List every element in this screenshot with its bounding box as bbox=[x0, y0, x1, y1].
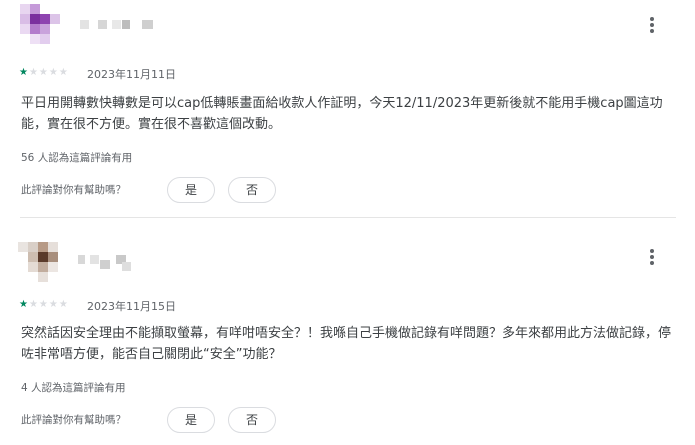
avatar bbox=[14, 228, 62, 282]
star-filled-icon: ★ bbox=[19, 67, 29, 78]
helpful-no-button[interactable]: 否 bbox=[228, 177, 276, 203]
reviewer-name-blurred bbox=[78, 252, 168, 271]
reviewer-name-blurred bbox=[78, 17, 168, 31]
star-rating: ★★★★★ bbox=[19, 300, 69, 310]
star-rating: ★★★★★ bbox=[19, 68, 69, 78]
avatar bbox=[14, 2, 62, 44]
divider bbox=[20, 217, 676, 218]
helpful-no-button[interactable]: 否 bbox=[228, 407, 276, 433]
more-vert-icon bbox=[650, 249, 654, 253]
helpful-yes-button[interactable]: 是 bbox=[167, 407, 215, 433]
helpful-count: 4 人認為這篇評論有用 bbox=[21, 382, 126, 394]
helpful-yes-button[interactable]: 是 bbox=[167, 177, 215, 203]
review-text: 平日用開轉數快轉數是可以cap低轉賬畫面給收款人作証明，今天12/11/2023… bbox=[21, 96, 663, 132]
star-empty-icon: ★★★★ bbox=[28, 299, 69, 310]
star-empty-icon: ★★★★ bbox=[28, 67, 69, 78]
review-date: 2023年11月15日 bbox=[87, 300, 176, 313]
helpful-question: 此評論對你有幫助嗎？ bbox=[21, 184, 126, 196]
review-date: 2023年11月11日 bbox=[87, 68, 176, 81]
helpful-question: 此評論對你有幫助嗎？ bbox=[21, 414, 126, 426]
helpful-count: 56 人認為這篇評論有用 bbox=[21, 152, 133, 164]
more-options-button[interactable] bbox=[644, 12, 660, 38]
star-filled-icon: ★ bbox=[19, 299, 29, 310]
review-text: 突然話因安全理由不能擷取螢幕，有咩咁唔安全？！我喺自己手機做記錄有咩問題？多年來… bbox=[21, 326, 672, 362]
more-options-button[interactable] bbox=[644, 244, 660, 270]
more-vert-icon bbox=[650, 17, 654, 21]
